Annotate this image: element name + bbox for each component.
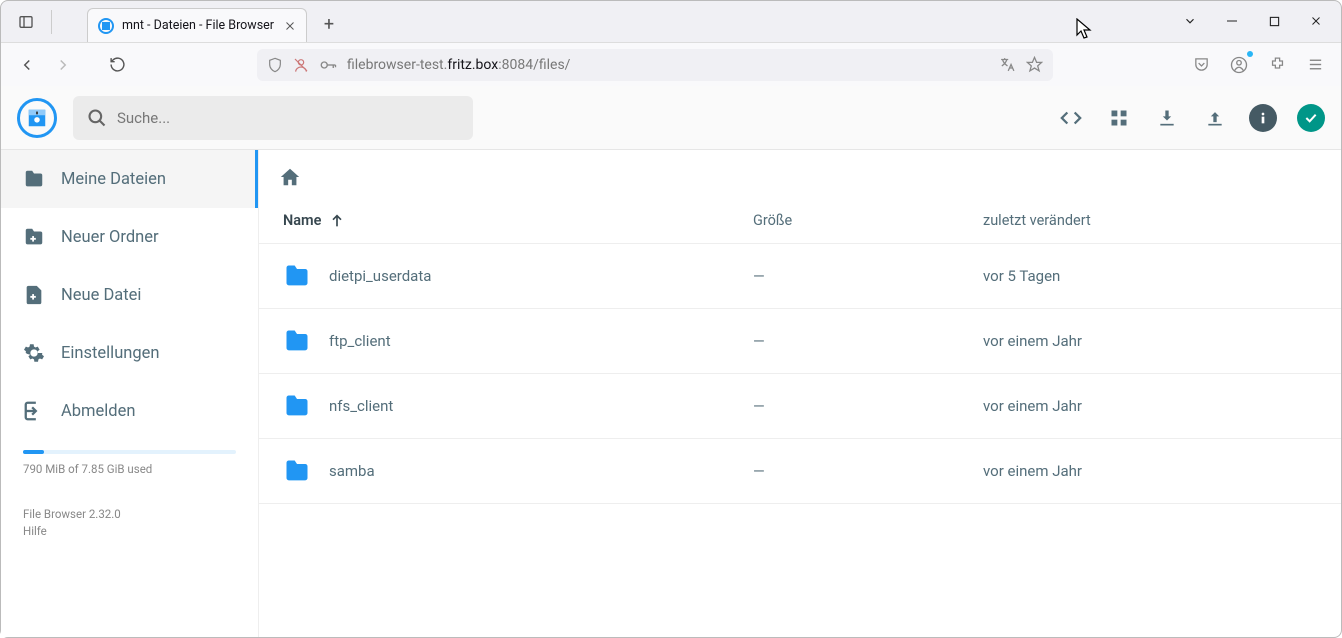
sidebar-item-new-folder[interactable]: Neuer Ordner: [1, 208, 258, 266]
sidebar-item-label: Einstellungen: [61, 344, 160, 363]
sort-asc-icon: [329, 213, 345, 229]
search-icon: [87, 108, 107, 128]
file-name: ftp_client: [329, 332, 391, 350]
app-header: Suche...: [1, 86, 1341, 150]
file-size: —: [753, 462, 983, 480]
folder-icon: [283, 327, 311, 355]
search-placeholder: Suche...: [117, 109, 170, 127]
gear-icon: [23, 342, 45, 364]
column-header-modified[interactable]: zuletzt verändert: [983, 212, 1317, 229]
lock-icon[interactable]: [319, 56, 337, 74]
sidebar-item-logout[interactable]: Abmelden: [1, 382, 258, 440]
main-content: Name Größe zuletzt verändert dietpi_user…: [259, 86, 1341, 637]
tab-title: mnt - Dateien - File Browser: [122, 18, 274, 33]
home-icon[interactable]: [279, 166, 1321, 188]
sidebar-item-my-files[interactable]: Meine Dateien: [1, 150, 258, 208]
file-modified: vor 5 Tagen: [983, 267, 1317, 285]
file-modified: vor einem Jahr: [983, 332, 1317, 350]
sidebar-item-label: Meine Dateien: [61, 170, 166, 189]
download-icon[interactable]: [1153, 104, 1181, 132]
file-row[interactable]: samba — vor einem Jahr: [259, 439, 1341, 504]
select-all-icon[interactable]: [1297, 104, 1325, 132]
file-row[interactable]: ftp_client — vor einem Jahr: [259, 309, 1341, 374]
shell-icon[interactable]: [1057, 104, 1085, 132]
sidebar-item-settings[interactable]: Einstellungen: [1, 324, 258, 382]
url-text: filebrowser-test.fritz.box:8084/files/: [347, 57, 989, 73]
sidebar-item-label: Neuer Ordner: [61, 228, 159, 247]
bookmark-star-icon[interactable]: [1026, 56, 1043, 73]
list-header: Name Größe zuletzt verändert: [259, 198, 1341, 244]
file-name: nfs_client: [329, 397, 393, 415]
new-tab-button[interactable]: +: [313, 8, 345, 40]
file-modified: vor einem Jahr: [983, 397, 1317, 415]
folder-icon: [283, 262, 311, 290]
sidebar-item-new-file[interactable]: Neue Datei: [1, 266, 258, 324]
window-minimize-button[interactable]: [1212, 6, 1252, 36]
new-file-icon: [23, 284, 45, 306]
tab-favicon: [98, 18, 114, 34]
browser-chrome: mnt - Dateien - File Browser + filebrows…: [0, 0, 1342, 86]
address-bar: filebrowser-test.fritz.box:8084/files/: [1, 42, 1341, 86]
file-name: dietpi_userdata: [329, 267, 431, 285]
browser-tab[interactable]: mnt - Dateien - File Browser: [87, 8, 307, 42]
url-box[interactable]: filebrowser-test.fritz.box:8084/files/: [257, 49, 1053, 81]
upload-icon[interactable]: [1201, 104, 1229, 132]
app-logo[interactable]: [17, 98, 57, 138]
view-grid-icon[interactable]: [1105, 104, 1133, 132]
permissions-icon[interactable]: [293, 57, 309, 73]
folder-icon: [283, 457, 311, 485]
storage-text: 790 MiB of 7.85 GiB used: [23, 462, 236, 476]
info-icon[interactable]: [1249, 104, 1277, 132]
column-header-name[interactable]: Name: [283, 212, 753, 229]
nav-reload-button[interactable]: [101, 49, 133, 81]
window-maximize-button[interactable]: [1254, 6, 1294, 36]
translate-icon[interactable]: [999, 56, 1016, 73]
file-row[interactable]: dietpi_userdata — vor 5 Tagen: [259, 244, 1341, 309]
extensions-icon[interactable]: [1261, 49, 1293, 81]
sidebar-item-label: Abmelden: [61, 402, 135, 421]
breadcrumb: [259, 150, 1341, 198]
sidebar: Meine Dateien Neuer Ordner Neue Datei Ei…: [1, 86, 259, 637]
nav-back-button[interactable]: [11, 49, 43, 81]
sidebar-item-label: Neue Datei: [61, 286, 141, 305]
shield-icon[interactable]: [267, 57, 283, 73]
app-menu-icon[interactable]: [1299, 49, 1331, 81]
browser-sidebar-toggle[interactable]: [12, 10, 52, 34]
file-name: samba: [329, 462, 375, 480]
new-folder-icon: [23, 226, 45, 248]
file-size: —: [753, 397, 983, 415]
pocket-icon[interactable]: [1185, 49, 1217, 81]
column-header-size[interactable]: Größe: [753, 212, 983, 229]
window-close-button[interactable]: [1296, 6, 1336, 36]
tab-close-icon[interactable]: [284, 20, 296, 32]
nav-forward-button[interactable]: [47, 49, 79, 81]
file-row[interactable]: nfs_client — vor einem Jahr: [259, 374, 1341, 439]
folder-icon: [23, 168, 45, 190]
storage-indicator: 790 MiB of 7.85 GiB used: [1, 440, 258, 482]
search-input[interactable]: Suche...: [73, 96, 473, 140]
folder-icon: [283, 392, 311, 420]
tabs-dropdown-icon[interactable]: [1170, 6, 1210, 36]
logout-icon: [23, 400, 45, 422]
help-link[interactable]: Hilfe: [23, 523, 236, 540]
file-modified: vor einem Jahr: [983, 462, 1317, 480]
file-size: —: [753, 267, 983, 285]
sidebar-footer: File Browser 2.32.0 Hilfe: [1, 482, 258, 565]
file-size: —: [753, 332, 983, 350]
account-icon[interactable]: [1223, 49, 1255, 81]
version-text: File Browser 2.32.0: [23, 506, 236, 523]
